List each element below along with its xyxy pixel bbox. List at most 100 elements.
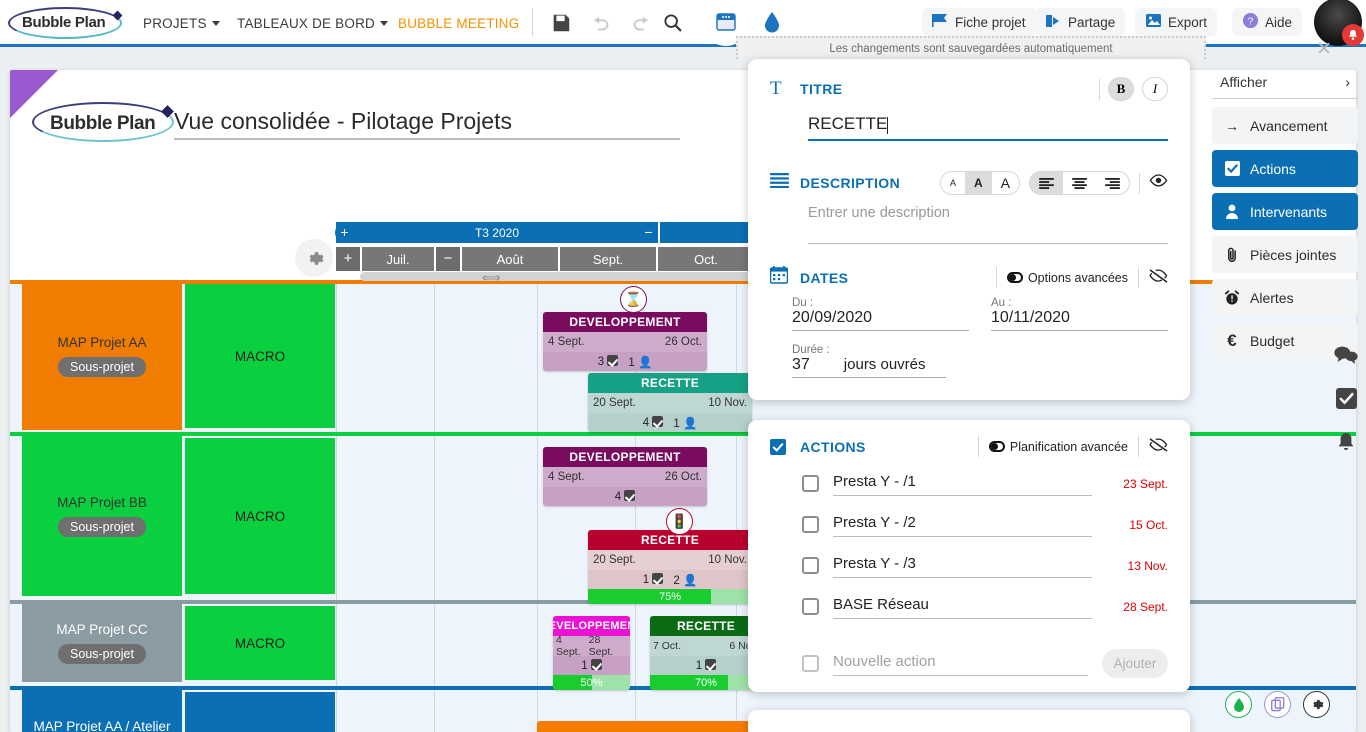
checkbox-icon xyxy=(1223,161,1241,176)
options-avancees-button[interactable]: Options avancées xyxy=(1006,271,1128,285)
hourglass-status-icon[interactable]: ⌛ xyxy=(620,286,647,313)
quarter-expand-button[interactable]: + xyxy=(335,223,354,242)
new-action-row[interactable]: Nouvelle action Ajouter xyxy=(802,649,1168,678)
align-center-button[interactable] xyxy=(1063,172,1096,194)
drop-icon[interactable] xyxy=(1225,691,1252,718)
task-bar-recette-3[interactable]: RECETTE 7 Oct. 6 Nov. 1 70% xyxy=(650,616,762,690)
macro-bar-row3[interactable]: MACRO xyxy=(185,606,335,680)
row-label-map-projet-aa-atelier[interactable]: MAP Projet AA / Atelier Sous-projet xyxy=(22,690,182,732)
project-bar-row4[interactable]: PROJET SEUL xyxy=(185,692,335,732)
font-size-large-button[interactable]: A xyxy=(992,172,1019,194)
traffic-light-status-icon[interactable]: 🚦 xyxy=(666,508,693,535)
task-bar-developpement-2[interactable]: DEVELOPPEMENT 4 Sept. 26 Oct. 4 xyxy=(543,447,707,506)
task-bar-orange[interactable]: 3 Sept. 50% xyxy=(537,721,762,732)
new-action-checkbox[interactable] xyxy=(802,655,819,672)
macro-label: MACRO xyxy=(234,508,286,524)
action-item[interactable]: BASE Réseau 28 Sept. xyxy=(802,594,1168,619)
month-remove-button[interactable]: − xyxy=(436,247,460,271)
font-size-small-button[interactable]: A xyxy=(941,172,965,194)
planification-avancee-button[interactable]: Planification avancée xyxy=(988,440,1128,454)
sidebar-item-avancement[interactable]: → Avancement xyxy=(1212,107,1358,144)
afficher-toggle[interactable]: Afficher › xyxy=(1212,70,1358,99)
action-date: 28 Sept. xyxy=(1123,599,1168,614)
description-input[interactable]: Entrer une description xyxy=(808,201,1168,244)
search-icon[interactable] xyxy=(662,12,684,34)
action-name[interactable]: Presta Y - /3 xyxy=(833,553,1092,578)
sidebar-item-intervenants[interactable]: Intervenants xyxy=(1212,193,1358,230)
undo-icon[interactable] xyxy=(590,12,612,34)
action-item[interactable]: Presta Y - /3 13 Nov. xyxy=(802,553,1168,578)
sidebar-item-pieces-jointes[interactable]: Pièces jointes xyxy=(1212,236,1358,273)
macro-label: MACRO xyxy=(234,635,286,651)
action-checkbox[interactable] xyxy=(802,598,819,615)
date-du-field[interactable]: Du : 20/09/2020 xyxy=(792,297,969,331)
close-icon[interactable]: ✕ xyxy=(1316,38,1332,61)
nav-item-projets[interactable]: PROJETS xyxy=(143,16,220,31)
action-checkbox[interactable] xyxy=(802,557,819,574)
timeline-month-aout[interactable]: Août xyxy=(462,247,558,271)
action-checkbox[interactable] xyxy=(802,516,819,533)
task-check-count: 1 xyxy=(643,573,664,586)
task-bar-developpement-1[interactable]: DEVELOPPEMENT 4 Sept. 26 Oct. 3 1 👤 xyxy=(543,312,707,371)
action-checkbox[interactable] xyxy=(802,475,819,492)
save-icon[interactable] xyxy=(550,12,572,34)
nav-item-tableaux-de-bord[interactable]: TABLEAUX DE BORD xyxy=(237,16,388,31)
comments-icon[interactable] xyxy=(1334,345,1358,370)
sidebar-item-actions[interactable]: Actions xyxy=(1212,150,1358,187)
action-item[interactable]: Presta Y - /1 23 Sept. xyxy=(802,471,1168,496)
font-size-medium-button[interactable]: A xyxy=(964,172,992,194)
align-left-button[interactable] xyxy=(1030,172,1063,194)
new-action-input[interactable]: Nouvelle action xyxy=(833,651,1088,676)
eye-off-icon[interactable] xyxy=(1149,268,1168,287)
date-au-field[interactable]: Au : 10/11/2020 xyxy=(991,297,1168,331)
aide-button[interactable]: ? Aide xyxy=(1232,8,1303,36)
actions-section-checkbox[interactable] xyxy=(770,438,800,455)
task-dates: 4 Sept. 26 Oct. xyxy=(543,467,707,487)
action-name[interactable]: BASE Réseau xyxy=(833,594,1092,619)
timeline-resize-handle-icon[interactable]: ⟺ xyxy=(482,270,501,286)
task-meta: 1 2 👤 xyxy=(588,570,752,589)
nav-item-bubble-meeting[interactable]: BUBBLE MEETING xyxy=(398,16,519,31)
eye-off-icon[interactable] xyxy=(1149,437,1168,456)
timeline-month-oct[interactable]: Oct. xyxy=(658,247,754,271)
gantt-settings-gear-icon[interactable] xyxy=(295,239,333,277)
notifications-bell-icon[interactable] xyxy=(1336,432,1356,459)
titre-input[interactable]: RECETTE xyxy=(808,112,887,139)
sidebar-item-alertes[interactable]: Alertes xyxy=(1212,279,1358,316)
gantt-logo-text: Bubble Plan xyxy=(50,113,156,134)
export-button[interactable]: Export xyxy=(1135,8,1218,36)
bubble-plan-logo[interactable]: Bubble Plan xyxy=(8,4,128,42)
redo-icon[interactable] xyxy=(630,12,652,34)
quarter-collapse-button[interactable]: − xyxy=(639,223,658,242)
task-bar-developpement-3[interactable]: DEVELOPPEMENT 4 Sept. 28 Sept. 1 50% xyxy=(553,616,630,690)
copy-icon[interactable] xyxy=(1264,691,1291,718)
euro-icon: € xyxy=(1227,330,1237,350)
row-label-map-projet-cc[interactable]: MAP Projet CC Sous-projet xyxy=(22,604,182,682)
tasks-check-icon[interactable] xyxy=(1335,388,1357,414)
duree-field[interactable]: Durée : 37 jours ouvrés xyxy=(792,344,946,378)
notification-badge-icon[interactable] xyxy=(1342,24,1364,46)
task-bar-recette-1[interactable]: RECETTE 20 Sept. 10 Nov. 4 1 👤 xyxy=(588,373,752,432)
fiche-projet-button[interactable]: Fiche projet xyxy=(922,8,1036,36)
action-name[interactable]: Presta Y - /1 xyxy=(833,471,1092,496)
settings-gear-icon[interactable] xyxy=(1303,691,1330,718)
row-label-map-projet-bb[interactable]: MAP Projet BB Sous-projet xyxy=(22,436,182,596)
eye-visibility-icon[interactable] xyxy=(1149,174,1168,192)
timeline-quarter[interactable]: + T3 2020 − xyxy=(335,222,658,243)
action-name[interactable]: Presta Y - /2 xyxy=(833,512,1092,537)
macro-bar-row2[interactable]: MACRO xyxy=(185,438,335,594)
partage-button[interactable]: Partage xyxy=(1035,8,1126,36)
action-item[interactable]: Presta Y - /2 15 Oct. xyxy=(802,512,1168,537)
row-label-map-projet-aa[interactable]: MAP Projet AA Sous-projet xyxy=(22,282,182,430)
bold-button[interactable]: B xyxy=(1108,77,1134,101)
task-dates: 20 Sept. 10 Nov. xyxy=(588,393,752,413)
month-add-button[interactable]: + xyxy=(336,247,360,271)
timeline-month-sept[interactable]: Sept. xyxy=(560,247,656,271)
task-start-date: 20 Sept. xyxy=(593,554,636,566)
italic-button[interactable]: I xyxy=(1142,77,1168,101)
task-bar-recette-2[interactable]: RECETTE 20 Sept. 10 Nov. 1 2 👤 75% xyxy=(588,530,752,604)
timeline-month-juil[interactable]: Juil. xyxy=(362,247,434,271)
macro-bar-row1[interactable]: MACRO xyxy=(185,284,335,428)
ajouter-button[interactable]: Ajouter xyxy=(1102,649,1168,678)
align-right-button[interactable] xyxy=(1096,172,1129,194)
